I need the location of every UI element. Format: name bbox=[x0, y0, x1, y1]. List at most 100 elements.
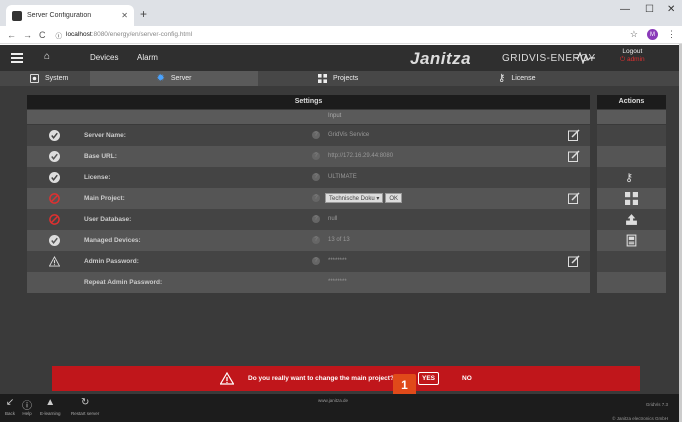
main-project-select[interactable]: Technische Doku ▾ bbox=[325, 193, 384, 203]
back-arrow-icon[interactable]: ← bbox=[7, 30, 16, 40]
app-footer: ↙ Back ⓘ Help ▲ E-learning ↻ Restart ser… bbox=[0, 394, 682, 422]
table-row: Admin Password: ? ******** bbox=[27, 251, 590, 272]
help-label: Help bbox=[22, 411, 32, 416]
help-button[interactable]: ⓘ Help bbox=[22, 397, 32, 416]
projects-icon[interactable] bbox=[625, 192, 638, 205]
input-column-header: Input bbox=[328, 113, 342, 119]
forward-arrow-icon[interactable]: → bbox=[23, 30, 32, 40]
help-icon[interactable]: ? bbox=[312, 152, 320, 160]
upload-icon[interactable] bbox=[625, 213, 638, 226]
key-icon[interactable]: ⚷ bbox=[625, 171, 638, 184]
browser-menu-icon[interactable]: ⋮ bbox=[667, 29, 676, 40]
browser-tab[interactable]: Server Configuration ✕ bbox=[6, 5, 134, 26]
base-url-input[interactable]: http://172.16.29.44:8080 bbox=[328, 153, 393, 159]
field-label: Base URL: bbox=[84, 153, 117, 160]
hamburger-menu-icon[interactable] bbox=[11, 53, 23, 63]
tab-license[interactable]: ⚷ License bbox=[498, 71, 535, 86]
field-label: License: bbox=[84, 174, 111, 181]
confirm-alert: Do you really want to change the main pr… bbox=[52, 366, 640, 391]
nav-devices[interactable]: Devices bbox=[90, 53, 118, 62]
tab-server[interactable]: ✹ Server bbox=[90, 71, 258, 86]
edit-icon[interactable] bbox=[568, 129, 580, 141]
logout-label: Logout bbox=[622, 48, 643, 55]
website-link[interactable]: www.janitza.de bbox=[318, 398, 348, 403]
field-label: Managed Devices: bbox=[84, 237, 141, 244]
version-text: GridVis 7.3 bbox=[645, 402, 668, 407]
tab-license-label: License bbox=[511, 75, 536, 82]
profile-avatar[interactable]: M bbox=[647, 29, 658, 40]
tab-projects-label: Projects bbox=[333, 75, 359, 82]
copyright-text: © Janitza electronics GmbH bbox=[612, 416, 668, 421]
wave-logo-icon bbox=[575, 52, 595, 64]
tab-server-label: Server bbox=[170, 75, 192, 82]
info-icon: ⓘ bbox=[55, 32, 63, 40]
reload-icon[interactable]: C bbox=[39, 30, 46, 40]
action-cell bbox=[597, 230, 666, 251]
gear-icon: ✹ bbox=[156, 73, 165, 84]
yes-button[interactable]: YES bbox=[418, 372, 439, 385]
restart-label: Restart server bbox=[71, 411, 100, 416]
server-name-input[interactable]: GridVis Service bbox=[328, 132, 369, 138]
action-cell: ⚷ bbox=[597, 167, 666, 188]
home-icon[interactable]: ⌂ bbox=[44, 51, 50, 62]
footer-info: GridVis 7.3 © Janitza electronics GmbH bbox=[612, 398, 668, 422]
bookmark-star-icon[interactable]: ☆ bbox=[630, 29, 638, 40]
logout-button[interactable]: Logout ⏻ admin bbox=[620, 48, 645, 64]
graduation-cap-icon: ▲ bbox=[45, 397, 56, 408]
device-icon[interactable] bbox=[625, 234, 638, 247]
check-circle-icon bbox=[49, 172, 60, 183]
main-project-ok-button[interactable]: OK bbox=[385, 193, 403, 203]
help-icon[interactable]: ? bbox=[312, 194, 320, 202]
field-label: Repeat Admin Password: bbox=[84, 279, 163, 286]
action-cell bbox=[597, 146, 666, 167]
help-circle-icon: ⓘ bbox=[22, 401, 32, 412]
field-label: Server Name: bbox=[84, 132, 126, 139]
url-host: localhost bbox=[66, 31, 92, 38]
system-icon bbox=[30, 74, 39, 83]
tab-system[interactable]: System bbox=[30, 71, 90, 86]
back-label: Back bbox=[5, 411, 16, 416]
elearning-button[interactable]: ▲ E-learning bbox=[40, 397, 61, 416]
managed-devices-value: 13 of 13 bbox=[328, 237, 350, 243]
back-icon: ↙ bbox=[5, 397, 15, 408]
tab-system-label: System bbox=[45, 75, 69, 82]
close-window-icon[interactable]: ✕ bbox=[667, 4, 675, 15]
maximize-icon[interactable]: ☐ bbox=[645, 4, 654, 15]
help-icon[interactable]: ? bbox=[312, 236, 320, 244]
admin-password-input[interactable]: ******** bbox=[328, 258, 347, 264]
edit-icon[interactable] bbox=[568, 255, 580, 267]
table-row: Repeat Admin Password: ******** bbox=[27, 272, 590, 293]
tab-projects[interactable]: Projects bbox=[318, 71, 358, 86]
help-icon[interactable]: ? bbox=[312, 215, 320, 223]
user-database-value: null bbox=[328, 216, 338, 222]
check-circle-icon bbox=[49, 130, 60, 141]
close-tab-icon[interactable]: ✕ bbox=[121, 11, 128, 20]
browser-tabbar: Server Configuration ✕ + — ☐ ✕ bbox=[0, 0, 682, 26]
favicon-icon bbox=[12, 10, 22, 21]
actions-subheader bbox=[597, 110, 666, 124]
table-row: Server Name: ? GridVis Service bbox=[27, 125, 590, 146]
help-icon[interactable]: ? bbox=[312, 131, 320, 139]
new-tab-icon[interactable]: + bbox=[140, 7, 147, 21]
url-field[interactable]: ⓘ localhost:8080/energy/en/server-config… bbox=[56, 30, 193, 40]
edit-icon[interactable] bbox=[568, 150, 580, 162]
repeat-admin-password-input[interactable]: ******** bbox=[328, 279, 347, 285]
warning-icon bbox=[49, 256, 60, 267]
license-value: ULTIMATE bbox=[328, 174, 357, 180]
minimize-icon[interactable]: — bbox=[620, 4, 630, 15]
check-circle-icon bbox=[49, 151, 60, 162]
browser-tab-title: Server Configuration bbox=[27, 12, 92, 19]
field-label: Main Project: bbox=[84, 195, 125, 202]
actions-header: Actions bbox=[597, 95, 666, 109]
no-button[interactable]: NO bbox=[462, 375, 472, 382]
help-icon[interactable]: ? bbox=[312, 257, 320, 265]
restart-server-button[interactable]: ↻ Restart server bbox=[71, 397, 99, 416]
action-cell bbox=[597, 251, 666, 272]
edit-icon[interactable] bbox=[568, 192, 580, 204]
back-button[interactable]: ↙ Back bbox=[5, 397, 15, 416]
help-icon[interactable]: ? bbox=[312, 173, 320, 181]
section-tabs: System ✹ Server Projects ⚷ License bbox=[0, 71, 682, 86]
nav-alarm[interactable]: Alarm bbox=[137, 53, 158, 62]
table-row: Main Project: ? Technische Doku ▾ OK bbox=[27, 188, 590, 209]
brand-logo: Janitza bbox=[410, 49, 472, 68]
